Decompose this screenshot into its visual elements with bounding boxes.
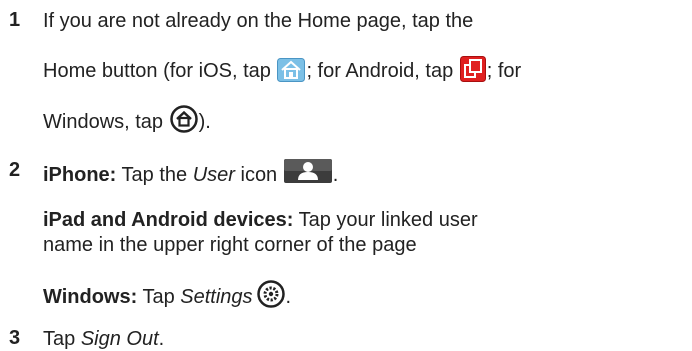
step-1-text: If you are not already on the Home page,… [43, 10, 474, 32]
user-icon [283, 159, 332, 183]
step-2-iphone-line: iPhone: Tap the User icon . [43, 159, 338, 187]
ipad-android-label: iPad and Android devices: [43, 209, 294, 231]
step-2-ipad-line-1: iPad and Android devices: Tap your linke… [43, 209, 478, 231]
step-1-line-2: Home button (for iOS, tap ; for Android,… [43, 56, 521, 83]
step-3-line: Tap Sign Out. [43, 328, 165, 350]
step-2-windows-line: Windows: Tap Settings . [43, 280, 291, 309]
step-number-3: 3 [9, 327, 21, 349]
step-number-1: 1 [9, 9, 21, 31]
step-2-ipad-line-2: name in the upper right corner of the pa… [43, 234, 417, 256]
home-android-icon [459, 56, 486, 82]
sign-out-label: Sign Out [80, 328, 159, 350]
step-1-line-3: Windows, tap ). [43, 105, 211, 134]
home-windows-icon [169, 105, 198, 133]
step-number-2: 2 [9, 159, 21, 181]
windows-label: Windows: [43, 286, 138, 308]
settings-icon [256, 280, 285, 308]
step-1-line-1: If you are not already on the Home page,… [43, 9, 473, 33]
iphone-label: iPhone: [43, 164, 117, 186]
home-ios-icon [277, 58, 306, 82]
